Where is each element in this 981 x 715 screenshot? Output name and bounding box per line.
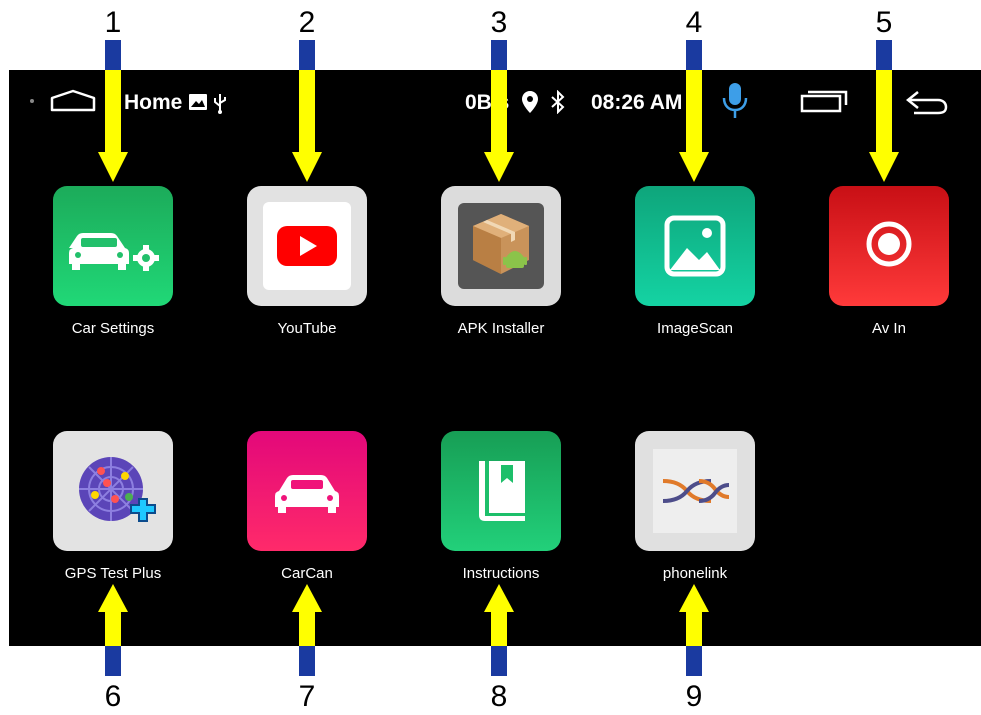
app-label: ImageScan [657,320,733,337]
app-label: Av In [872,320,906,337]
arrow-down-icon [292,40,322,182]
app-label: Car Settings [71,320,155,337]
callout-4: 4 [685,6,703,39]
app-label: phonelink [662,565,728,582]
app-label: YouTube [277,320,337,337]
arrow-up-icon [98,584,128,676]
microphone-icon[interactable] [722,82,748,120]
usb-icon [214,94,226,114]
image-scan-icon[interactable] [635,186,755,306]
clock: 08:26 AM [591,91,683,114]
bluetooth-icon [551,90,565,114]
arrow-up-icon [292,584,322,676]
location-pin-icon [522,91,538,113]
app-label: CarCan [281,565,333,582]
app-label: Instructions [462,565,540,582]
arrow-up-icon [679,584,709,676]
callout-3: 3 [490,6,508,39]
arrow-down-icon [484,40,514,182]
callout-8: 8 [490,680,508,713]
callout-1: 1 [104,6,122,39]
callout-7: 7 [298,680,316,713]
back-icon[interactable] [904,88,950,116]
av-in-icon[interactable] [829,186,949,306]
carcan-icon[interactable] [247,431,367,551]
callout-5: 5 [875,6,893,39]
arrow-down-icon [869,40,899,182]
arrow-down-icon [98,40,128,182]
recent-apps-icon[interactable] [799,88,851,114]
app-label: APK Installer [457,320,545,337]
dot-icon [30,99,34,103]
youtube-icon[interactable] [247,186,367,306]
phonelink-icon[interactable] [635,431,755,551]
instructions-book-icon[interactable] [441,431,561,551]
callout-6: 6 [104,680,122,713]
home-outline-icon[interactable] [49,88,97,114]
image-icon [189,94,207,110]
apk-installer-icon[interactable] [441,186,561,306]
callout-2: 2 [298,6,316,39]
callout-9: 9 [685,680,703,713]
app-label: GPS Test Plus [64,565,162,582]
arrow-up-icon [484,584,514,676]
home-label: Home [124,91,183,114]
arrow-down-icon [679,40,709,182]
gps-radar-icon[interactable] [53,431,173,551]
car-settings-icon[interactable] [53,186,173,306]
